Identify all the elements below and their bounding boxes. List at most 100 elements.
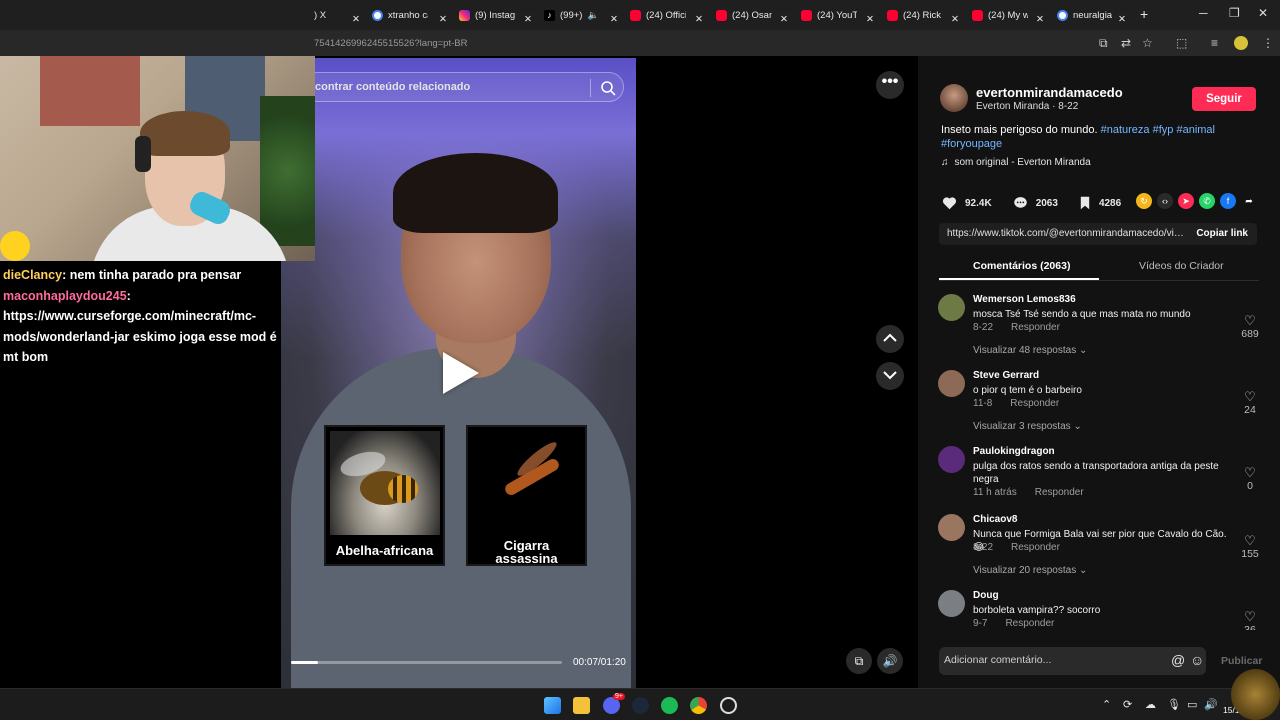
related-search-box[interactable]: contrar conteúdo relacionado [281,72,624,102]
minimize-icon[interactable]: ─ [1199,6,1208,20]
file-explorer-icon[interactable] [573,697,590,714]
hashtag-link[interactable]: #foryoupage [941,138,1002,150]
close-tab-icon[interactable]: ✕ [691,8,703,30]
reply-button[interactable]: Responder [1035,487,1084,498]
comment-like-button[interactable]: ♡ 36 [1238,610,1262,631]
share-arrow-icon[interactable]: ➦ [1241,193,1257,209]
profile-avatar[interactable] [1234,36,1248,50]
hashtag-link[interactable]: #natureza [1101,124,1150,136]
video-player[interactable]: contrar conteúdo relacionado Abelha-afri… [281,58,636,688]
copy-link-button[interactable]: Copiar link [1196,228,1248,239]
emoji-icon[interactable]: ☺ [1190,652,1204,668]
close-tab-icon[interactable]: ✕ [606,8,618,30]
comment-like-button[interactable]: ♡ 0 [1238,466,1262,493]
reply-button[interactable]: Responder [1011,322,1060,333]
like-button[interactable]: 92.4K [942,196,992,210]
embed-icon[interactable]: ‹› [1157,193,1173,209]
publish-button[interactable]: Publicar [1221,655,1262,667]
more-options-button[interactable]: ••• [876,71,904,99]
comment-like-button[interactable]: ♡ 24 [1238,390,1262,417]
browser-tab[interactable]: (24) YouTu [797,4,857,26]
comment-button[interactable]: 2063 [1013,196,1058,210]
whatsapp-icon[interactable]: ✆ [1199,193,1215,209]
commenter-avatar[interactable] [938,294,965,321]
tray-app-icon[interactable]: ⟳ [1123,698,1132,711]
new-tab-button[interactable]: + [1136,3,1148,25]
cast-icon[interactable]: ⧉ [1099,36,1108,51]
menu-kebab-icon[interactable]: ⋮ [1262,36,1274,50]
commenter-name[interactable]: Paulokingdragon [973,446,1055,457]
browser-tab[interactable]: (24) My w [968,4,1028,26]
close-window-icon[interactable]: ✕ [1258,6,1268,20]
close-tab-icon[interactable]: ✕ [862,8,874,30]
miniplayer-button[interactable]: ⧉ [846,648,872,674]
reply-button[interactable]: Responder [1011,542,1060,553]
extensions-icon[interactable]: ⬚ [1176,36,1187,50]
send-icon[interactable]: ➤ [1178,193,1194,209]
commenter-avatar[interactable] [938,514,965,541]
steam-icon[interactable] [632,697,649,714]
commenter-avatar[interactable] [938,590,965,617]
obs-icon[interactable] [720,697,737,714]
browser-tab[interactable]: xtranho ca [368,4,428,26]
close-tab-icon[interactable]: ✕ [1032,8,1044,30]
save-button[interactable]: 4286 [1079,196,1121,210]
tray-network-icon[interactable]: ▭ [1187,698,1197,711]
media-control-icon[interactable]: ≡ [1211,36,1218,50]
close-tab-icon[interactable]: ✕ [435,8,447,30]
facebook-icon[interactable]: f [1220,193,1236,209]
tab-creator-videos[interactable]: Vídeos do Criador [1139,260,1224,272]
commenter-name[interactable]: Doug [973,590,999,601]
comment-input[interactable]: Adicionar comentário... @ ☺ [939,647,1206,675]
close-tab-icon[interactable]: ✕ [776,8,788,30]
browser-tab[interactable]: (24) Officia [626,4,686,26]
tray-cloud-icon[interactable]: ☁ [1145,698,1156,711]
browser-tab[interactable]: (9) Instagr [455,4,515,26]
commenter-name[interactable]: Chicaov8 [973,514,1017,525]
comment-like-button[interactable]: ♡ 155 [1238,534,1262,561]
commenter-name[interactable]: Wemerson Lemos836 [973,294,1076,305]
restore-icon[interactable]: ❐ [1229,6,1240,20]
video-progress-bar[interactable] [291,661,562,664]
video-link-text[interactable]: https://www.tiktok.com/@evertonmirandama… [947,228,1187,239]
comment-like-button[interactable]: ♡ 689 [1238,314,1262,341]
creator-avatar[interactable] [940,84,968,112]
close-tab-icon[interactable]: ✕ [947,8,959,30]
view-replies-button[interactable]: Visualizar 48 respostas ⌄ [973,345,1087,356]
spotify-icon[interactable] [661,697,678,714]
close-tab-icon[interactable]: ✕ [1114,8,1126,30]
hashtag-link[interactable]: #fyp [1153,124,1174,136]
close-tab-icon[interactable]: ✕ [348,8,360,30]
next-video-button[interactable] [876,362,904,390]
previous-video-button[interactable] [876,325,904,353]
commenter-avatar[interactable] [938,370,965,397]
repost-icon[interactable]: ↻ [1136,193,1152,209]
bookmark-star-icon[interactable]: ☆ [1142,36,1153,50]
play-icon[interactable] [443,352,479,394]
url-text[interactable]: 7541426996245515526?lang=pt-BR [314,38,467,49]
speaker-icon[interactable]: 🔈 [587,10,598,21]
reply-button[interactable]: Responder [1010,398,1059,409]
reply-button[interactable]: Responder [1005,618,1054,629]
browser-tab[interactable]: (24) Osam [712,4,772,26]
tray-volume-icon[interactable]: 🔊 [1204,698,1218,711]
windows-start-icon[interactable] [544,697,561,714]
mention-icon[interactable]: @ [1171,652,1185,668]
chrome-icon[interactable] [690,697,707,714]
tray-microphone-icon[interactable]: 🎙 [1167,698,1181,711]
view-replies-button[interactable]: Visualizar 3 respostas ⌄ [973,421,1082,432]
follow-button[interactable]: Seguir [1192,87,1256,111]
commenter-name[interactable]: Steve Gerrard [973,370,1039,381]
tab-comments[interactable]: Comentários (2063) [973,260,1070,272]
browser-tab[interactable]: ♪ (99+) 🔈 [540,4,599,26]
volume-button[interactable]: 🔊 [877,648,903,674]
tray-chevron-up-icon[interactable]: ⌃ [1102,698,1111,711]
view-replies-button[interactable]: Visualizar 20 respostas ⌄ [973,565,1087,576]
browser-tab[interactable]: ) X [310,4,326,26]
sound-link[interactable]: ♫ som original - Everton Miranda [941,157,1091,168]
close-tab-icon[interactable]: ✕ [520,8,532,30]
browser-tab-active[interactable]: neuralgia [1053,4,1112,26]
browser-tab[interactable]: (24) Rick A [883,4,943,26]
translate-icon[interactable]: ⇄ [1121,36,1131,50]
creator-username[interactable]: evertonmirandamacedo [976,85,1123,100]
